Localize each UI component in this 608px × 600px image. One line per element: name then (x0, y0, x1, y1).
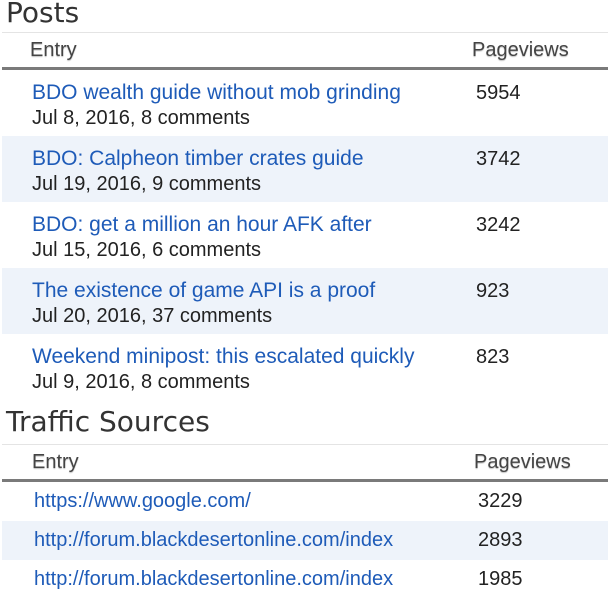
post-pageviews: 5954 (476, 82, 521, 104)
post-pageviews: 3742 (476, 148, 521, 170)
traffic-sources-table: Entry Pageviews https://www.google.com/ … (2, 444, 608, 599)
traffic-row: http://forum.blackdesertonline.com/index… (2, 560, 608, 599)
posts-column-entry[interactable]: Entry (30, 39, 77, 62)
post-pageviews: 923 (476, 280, 510, 302)
post-meta: Jul 20, 2016, 37 comments (32, 305, 273, 327)
traffic-column-entry[interactable]: Entry (32, 451, 79, 474)
post-row: The existence of game API is a proof Jul… (2, 268, 608, 334)
traffic-row: http://forum.blackdesertonline.com/index… (2, 521, 608, 560)
posts-table: Entry Pageviews BDO wealth guide without… (2, 32, 608, 400)
traffic-source-link[interactable]: http://forum.blackdesertonline.com/index (34, 566, 418, 592)
posts-column-pageviews[interactable]: Pageviews (472, 39, 569, 62)
post-pageviews: 823 (476, 346, 510, 368)
traffic-pageviews: 3229 (478, 490, 523, 512)
post-title-link[interactable]: BDO: Calpheon timber crates guide (32, 146, 422, 172)
post-meta: Jul 9, 2016, 8 comments (32, 371, 250, 393)
post-meta: Jul 8, 2016, 8 comments (32, 107, 250, 129)
traffic-sources-heading: Traffic Sources (6, 405, 210, 438)
traffic-pageviews: 1985 (478, 568, 523, 590)
post-row: BDO: Calpheon timber crates guide Jul 19… (2, 136, 608, 202)
post-meta: Jul 19, 2016, 9 comments (32, 173, 262, 195)
post-row: Weekend minipost: this escalated quickly… (2, 334, 608, 400)
post-pageviews: 3242 (476, 214, 521, 236)
post-meta: Jul 15, 2016, 6 comments (32, 239, 262, 261)
traffic-source-link[interactable]: https://www.google.com/ (34, 488, 418, 514)
post-title-link[interactable]: The existence of game API is a proof (32, 278, 422, 304)
post-title-link[interactable]: Weekend minipost: this escalated quickly (32, 344, 422, 370)
traffic-table-header: Entry Pageviews (2, 444, 608, 482)
traffic-row: https://www.google.com/ 3229 (2, 482, 608, 521)
posts-heading: Posts (6, 0, 80, 29)
traffic-source-link[interactable]: http://forum.blackdesertonline.com/index (34, 527, 418, 553)
post-title-link[interactable]: BDO wealth guide without mob grinding (32, 80, 422, 106)
traffic-column-pageviews[interactable]: Pageviews (474, 451, 571, 474)
traffic-pageviews: 2893 (478, 529, 523, 551)
post-row: BDO: get a million an hour AFK after Jul… (2, 202, 608, 268)
post-title-link[interactable]: BDO: get a million an hour AFK after (32, 212, 422, 238)
posts-table-header: Entry Pageviews (2, 32, 608, 70)
post-row: BDO wealth guide without mob grinding Ju… (2, 70, 608, 136)
